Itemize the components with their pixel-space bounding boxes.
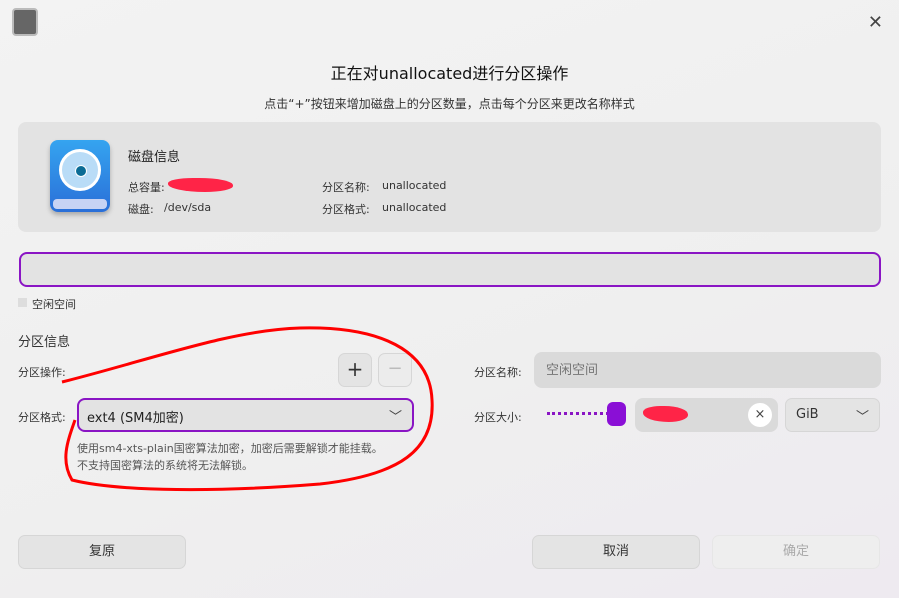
partition-dialog: ✕ 正在对unallocated进行分区操作 点击“+”按钮来增加磁盘上的分区数… xyxy=(0,0,899,598)
red-annotation-circle xyxy=(61,326,434,492)
